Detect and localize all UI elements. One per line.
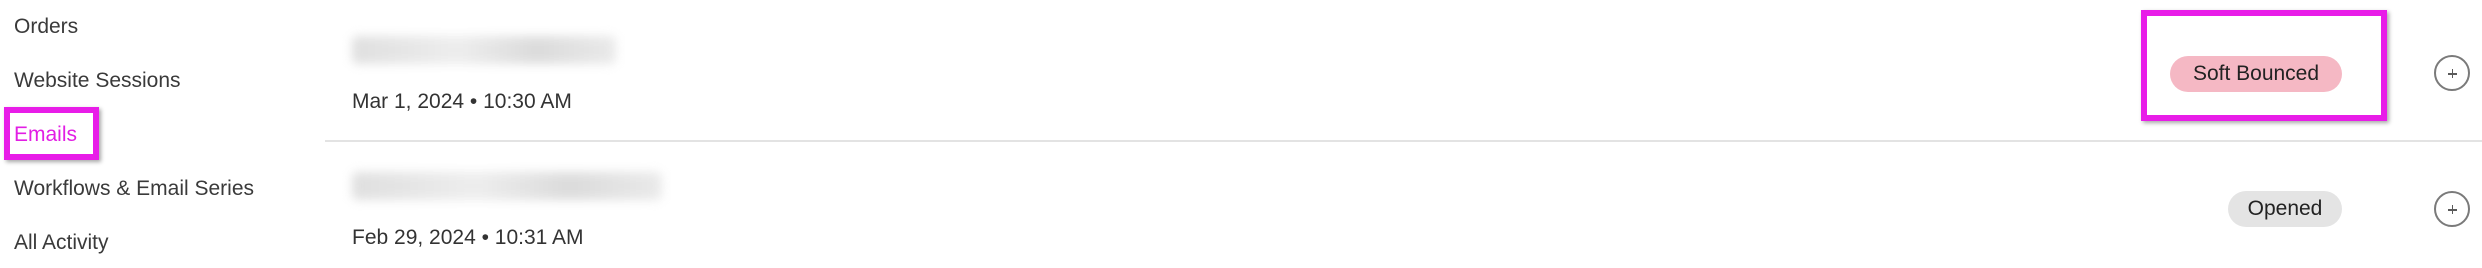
sidebar-item-website-sessions[interactable]: Website Sessions xyxy=(14,68,181,94)
email-date: Feb 29, 2024 • 10:31 AM xyxy=(352,226,584,249)
redacted-email-subject xyxy=(352,36,616,64)
add-icon[interactable] xyxy=(2434,55,2470,91)
sidebar-item-orders[interactable]: Orders xyxy=(14,14,78,40)
emails-highlight-box xyxy=(4,107,99,160)
status-badge-opened: Opened xyxy=(2228,191,2342,227)
status-highlight-box xyxy=(2141,10,2387,121)
sidebar-item-workflows-email-series[interactable]: Workflows & Email Series xyxy=(14,176,254,202)
add-icon[interactable] xyxy=(2434,191,2470,227)
email-date: Mar 1, 2024 • 10:30 AM xyxy=(352,90,572,113)
redacted-email-subject xyxy=(352,172,662,200)
sidebar: Orders Website Sessions Emails Workflows… xyxy=(0,0,320,268)
sidebar-item-all-activity[interactable]: All Activity xyxy=(14,230,109,256)
row-divider xyxy=(325,140,2482,142)
